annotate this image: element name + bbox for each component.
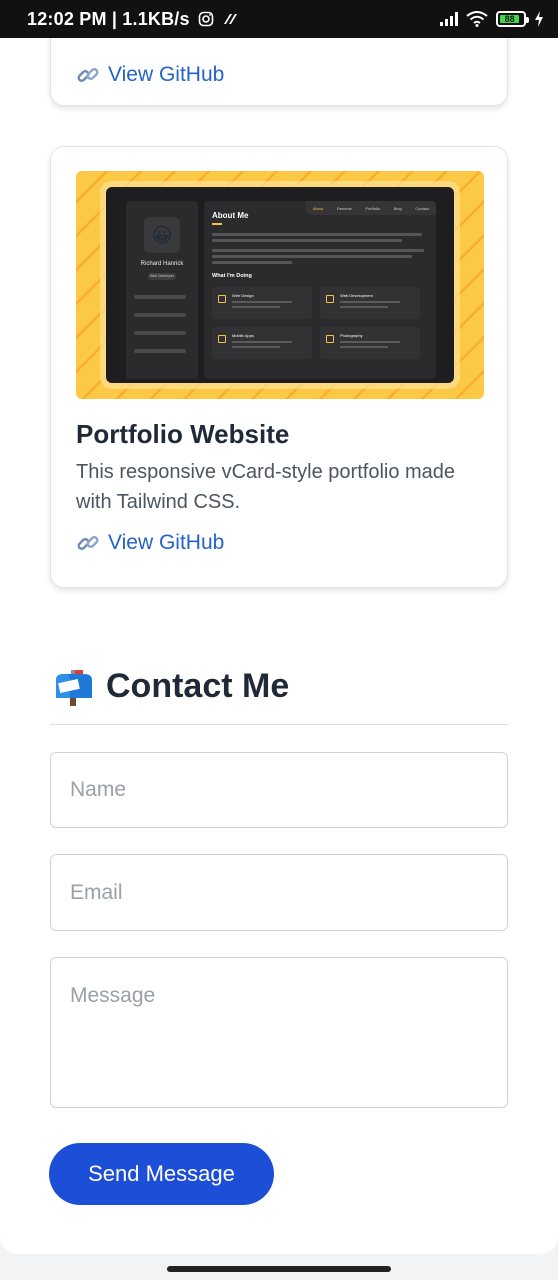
home-gesture-handle[interactable] xyxy=(167,1266,391,1272)
status-bar: 12:02 PM | 1.1KB/s 88 xyxy=(0,0,558,38)
preview-text-line xyxy=(212,233,422,236)
send-message-button[interactable]: Send Message xyxy=(49,1143,274,1205)
signal-icon xyxy=(440,12,458,26)
preview-contact-row xyxy=(134,295,186,299)
preview-service-card: Web Development xyxy=(320,287,420,319)
project-card: View GitHub xyxy=(50,38,508,106)
mailbox-icon xyxy=(56,670,92,706)
project-card: 😀 Richard Hanrick Web Developer About Re… xyxy=(50,146,508,588)
github-link[interactable]: View GitHub xyxy=(76,63,224,87)
github-link-label: View GitHub xyxy=(108,531,225,554)
github-link[interactable]: View GitHub xyxy=(76,531,224,555)
preview-subheading: What I'm Doing xyxy=(212,273,252,279)
preview-screen: 😀 Richard Hanrick Web Developer About Re… xyxy=(106,187,454,383)
app-notification-icon xyxy=(223,14,237,24)
contact-heading: Contact Me xyxy=(50,666,289,706)
preview-nav: About Resume Portfolio Blog Contact xyxy=(306,201,436,215)
preview-service-card: Mobile Apps xyxy=(212,327,312,359)
page-content: View GitHub 😀 Richard Hanrick Web Develo… xyxy=(0,38,558,1254)
preview-tag: Web Developer xyxy=(148,273,176,280)
project-title: Portfolio Website xyxy=(76,419,290,449)
email-input[interactable] xyxy=(50,854,508,931)
preview-text-line xyxy=(212,249,424,252)
preview-service-card: Web Design xyxy=(212,287,312,319)
contact-title: Contact Me xyxy=(106,666,290,705)
link-icon xyxy=(77,68,99,82)
preview-text-line xyxy=(212,239,402,242)
link-icon xyxy=(77,536,99,550)
preview-service-card: Photography xyxy=(320,327,420,359)
preview-text-line xyxy=(212,255,412,258)
status-time: 12:02 PM | 1.1KB/s xyxy=(27,8,190,29)
preview-heading: About Me xyxy=(212,211,249,220)
system-nav-bar xyxy=(0,1254,558,1280)
preview-sidebar: 😀 Richard Hanrick Web Developer xyxy=(126,201,198,379)
preview-contact-row xyxy=(134,313,186,317)
battery-icon: 88 xyxy=(496,11,529,27)
github-link-label: View GitHub xyxy=(108,63,225,86)
preview-contact-row xyxy=(134,331,186,335)
message-textarea[interactable] xyxy=(50,957,508,1108)
preview-text-line xyxy=(212,261,292,264)
preview-contact-row xyxy=(134,349,186,353)
project-preview-image: 😀 Richard Hanrick Web Developer About Re… xyxy=(76,171,484,399)
section-divider xyxy=(50,724,508,725)
charging-icon xyxy=(535,11,543,27)
battery-level: 88 xyxy=(500,14,520,24)
preview-underline xyxy=(212,223,222,225)
preview-main: About Resume Portfolio Blog Contact Abou… xyxy=(204,201,436,379)
instagram-icon xyxy=(198,11,214,27)
name-input[interactable] xyxy=(50,752,508,828)
wifi-icon xyxy=(466,11,488,27)
avatar-icon: 😀 xyxy=(144,217,180,253)
project-description: This responsive vCard-style portfolio ma… xyxy=(76,461,456,513)
preview-name: Richard Hanrick xyxy=(140,261,184,267)
